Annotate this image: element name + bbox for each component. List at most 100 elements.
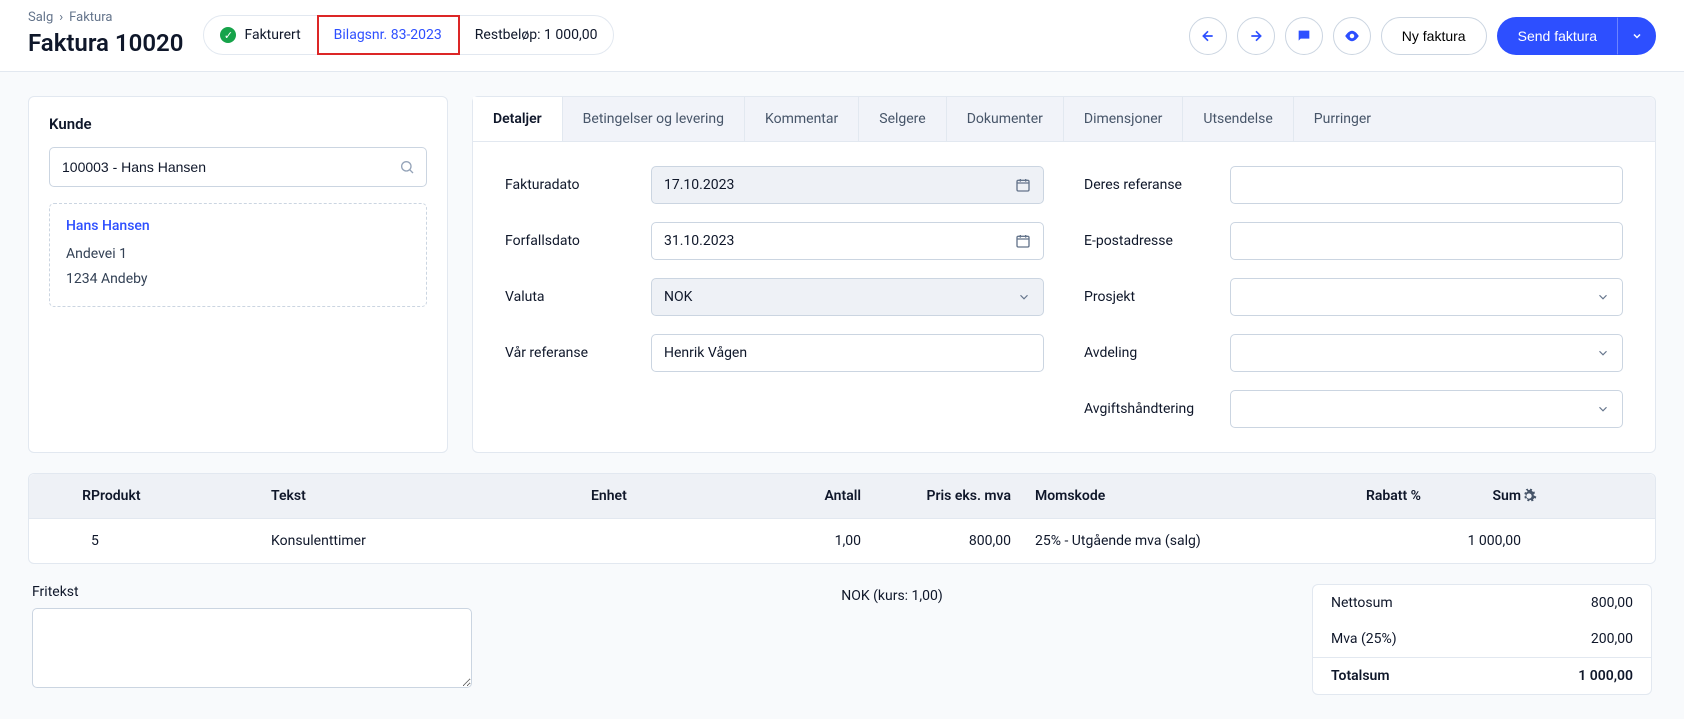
th-pris: Pris eks. mva xyxy=(861,488,1011,504)
forfallsdato-label: Forfallsdato xyxy=(505,233,635,249)
th-rabatt: Rabatt % xyxy=(1291,488,1421,504)
arrow-right-icon xyxy=(1248,28,1264,44)
customer-search-input[interactable] xyxy=(49,147,427,187)
valuta-label: Valuta xyxy=(505,289,635,305)
breadcrumb-root[interactable]: Salg xyxy=(28,10,53,25)
cell-sum: 1 000,00 xyxy=(1421,533,1521,549)
deresref-input[interactable] xyxy=(1230,166,1623,204)
status-label: Fakturert xyxy=(244,27,300,43)
netto-value: 800,00 xyxy=(1591,595,1633,611)
tab-dokumenter[interactable]: Dokumenter xyxy=(947,97,1064,141)
bilagsnr-label: Bilagsnr. 83-2023 xyxy=(334,27,442,43)
cell-pris: 800,00 xyxy=(861,533,1011,549)
preview-button[interactable] xyxy=(1333,17,1371,55)
th-tekst: Tekst xyxy=(271,488,591,504)
topbar: Salg › Faktura Faktura 10020 ✓ Fakturert… xyxy=(0,0,1684,72)
content: Kunde Hans Hansen Andevei 1 1234 Andeby … xyxy=(0,72,1684,719)
fakturadato-label: Fakturadato xyxy=(505,177,635,193)
check-icon: ✓ xyxy=(220,27,236,43)
freetext-textarea[interactable] xyxy=(32,608,472,688)
tab-selgere[interactable]: Selgere xyxy=(859,97,946,141)
table-header: R Produkt Tekst Enhet Antall Pris eks. m… xyxy=(29,474,1655,519)
forfallsdato-value: 31.10.2023 xyxy=(664,233,734,249)
tab-betingelser[interactable]: Betingelser og levering xyxy=(563,97,745,141)
cell-antall: 1,00 xyxy=(761,533,861,549)
topbar-left: Salg › Faktura Faktura 10020 ✓ Fakturert… xyxy=(28,10,614,57)
field-varref: Vår referanse Henrik Vågen xyxy=(505,334,1044,372)
details-body: Fakturadato 17.10.2023 Forfallsdato 31.1… xyxy=(473,142,1655,452)
gear-icon xyxy=(1521,488,1537,504)
field-forfallsdato: Forfallsdato 31.10.2023 xyxy=(505,222,1044,260)
mva-value: 200,00 xyxy=(1591,631,1633,647)
epost-input[interactable] xyxy=(1230,222,1623,260)
table-settings-button[interactable] xyxy=(1521,488,1551,504)
fakturadato-input[interactable]: 17.10.2023 xyxy=(651,166,1044,204)
back-button[interactable] xyxy=(1189,17,1227,55)
field-fakturadato: Fakturadato 17.10.2023 xyxy=(505,166,1044,204)
tab-dimensjoner[interactable]: Dimensjoner xyxy=(1064,97,1183,141)
total-mva: Mva (25%) 200,00 xyxy=(1313,621,1651,657)
tab-detaljer[interactable]: Detaljer xyxy=(473,97,563,141)
customer-card: Kunde Hans Hansen Andevei 1 1234 Andeby xyxy=(28,96,448,453)
freetext-block: Fritekst xyxy=(32,584,472,692)
lines-table: R Produkt Tekst Enhet Antall Pris eks. m… xyxy=(28,473,1656,564)
avgift-select[interactable] xyxy=(1230,390,1623,428)
tab-kommentar[interactable]: Kommentar xyxy=(745,97,859,141)
status-badge-row: ✓ Fakturert Bilagsnr. 83-2023 Restbeløp:… xyxy=(203,15,614,55)
prosjekt-select[interactable] xyxy=(1230,278,1623,316)
prosjekt-label: Prosjekt xyxy=(1084,289,1214,305)
totals-box: Nettosum 800,00 Mva (25%) 200,00 Totalsu… xyxy=(1312,584,1652,695)
avgift-label: Avgiftshåndtering xyxy=(1084,401,1214,417)
chevron-down-icon xyxy=(1017,290,1031,304)
customer-addr1: Andevei 1 xyxy=(66,242,410,267)
comment-button[interactable] xyxy=(1285,17,1323,55)
varref-input[interactable]: Henrik Vågen xyxy=(651,334,1044,372)
breadcrumb-page[interactable]: Faktura xyxy=(69,10,112,25)
calendar-icon xyxy=(1015,177,1031,193)
freetext-label: Fritekst xyxy=(32,584,472,600)
bilagsnr-segment[interactable]: Bilagsnr. 83-2023 xyxy=(318,16,459,54)
send-invoice-label: Send faktura xyxy=(1518,28,1597,44)
new-invoice-button[interactable]: Ny faktura xyxy=(1381,17,1487,55)
details-card: Detaljer Betingelser og levering Komment… xyxy=(472,96,1656,453)
deresref-label: Deres referanse xyxy=(1084,177,1214,193)
valuta-value: NOK xyxy=(664,289,692,305)
kurs-label: NOK (kurs: 1,00) xyxy=(492,584,1292,604)
varref-value: Henrik Vågen xyxy=(664,345,747,361)
tab-purringer[interactable]: Purringer xyxy=(1294,97,1391,141)
cell-momskode: 25% - Utgående mva (salg) xyxy=(1011,533,1291,549)
details-col-left: Fakturadato 17.10.2023 Forfallsdato 31.1… xyxy=(505,166,1044,428)
th-enhet: Enhet xyxy=(591,488,761,504)
row-cards: Kunde Hans Hansen Andevei 1 1234 Andeby … xyxy=(28,96,1656,453)
cell-produkt: 5 xyxy=(91,533,271,549)
breadcrumb-title-block: Salg › Faktura Faktura 10020 xyxy=(28,10,183,57)
page-title: Faktura 10020 xyxy=(28,29,183,57)
chevron-down-icon xyxy=(1596,346,1610,360)
customer-addr2: 1234 Andeby xyxy=(66,267,410,292)
restbelop-label: Restbeløp: 1 000,00 xyxy=(475,27,598,43)
customer-detail-box: Hans Hansen Andevei 1 1234 Andeby xyxy=(49,203,427,307)
netto-label: Nettosum xyxy=(1331,595,1393,611)
customer-name-link[interactable]: Hans Hansen xyxy=(66,218,410,234)
status-segment: ✓ Fakturert xyxy=(204,16,317,54)
forward-button[interactable] xyxy=(1237,17,1275,55)
th-momskode: Momskode xyxy=(1011,488,1291,504)
topbar-right: Ny faktura Send faktura xyxy=(1189,17,1656,55)
breadcrumb: Salg › Faktura xyxy=(28,10,183,25)
avdeling-label: Avdeling xyxy=(1084,345,1214,361)
send-invoice-button[interactable]: Send faktura xyxy=(1497,17,1618,55)
field-avgift: Avgiftshåndtering xyxy=(1084,390,1623,428)
fakturadato-value: 17.10.2023 xyxy=(664,177,734,193)
send-invoice-dropdown[interactable] xyxy=(1618,17,1656,55)
chevron-down-icon xyxy=(1596,290,1610,304)
avdeling-select[interactable] xyxy=(1230,334,1623,372)
valuta-select[interactable]: NOK xyxy=(651,278,1044,316)
forfallsdato-input[interactable]: 31.10.2023 xyxy=(651,222,1044,260)
details-col-right: Deres referanse E-postadresse Prosjekt xyxy=(1084,166,1623,428)
field-valuta: Valuta NOK xyxy=(505,278,1044,316)
th-antall: Antall xyxy=(761,488,861,504)
arrow-left-icon xyxy=(1200,28,1216,44)
table-row[interactable]: 5 Konsulenttimer 1,00 800,00 25% - Utgåe… xyxy=(29,519,1655,563)
tab-utsendelse[interactable]: Utsendelse xyxy=(1183,97,1293,141)
restbelop-segment: Restbeløp: 1 000,00 xyxy=(459,16,614,54)
